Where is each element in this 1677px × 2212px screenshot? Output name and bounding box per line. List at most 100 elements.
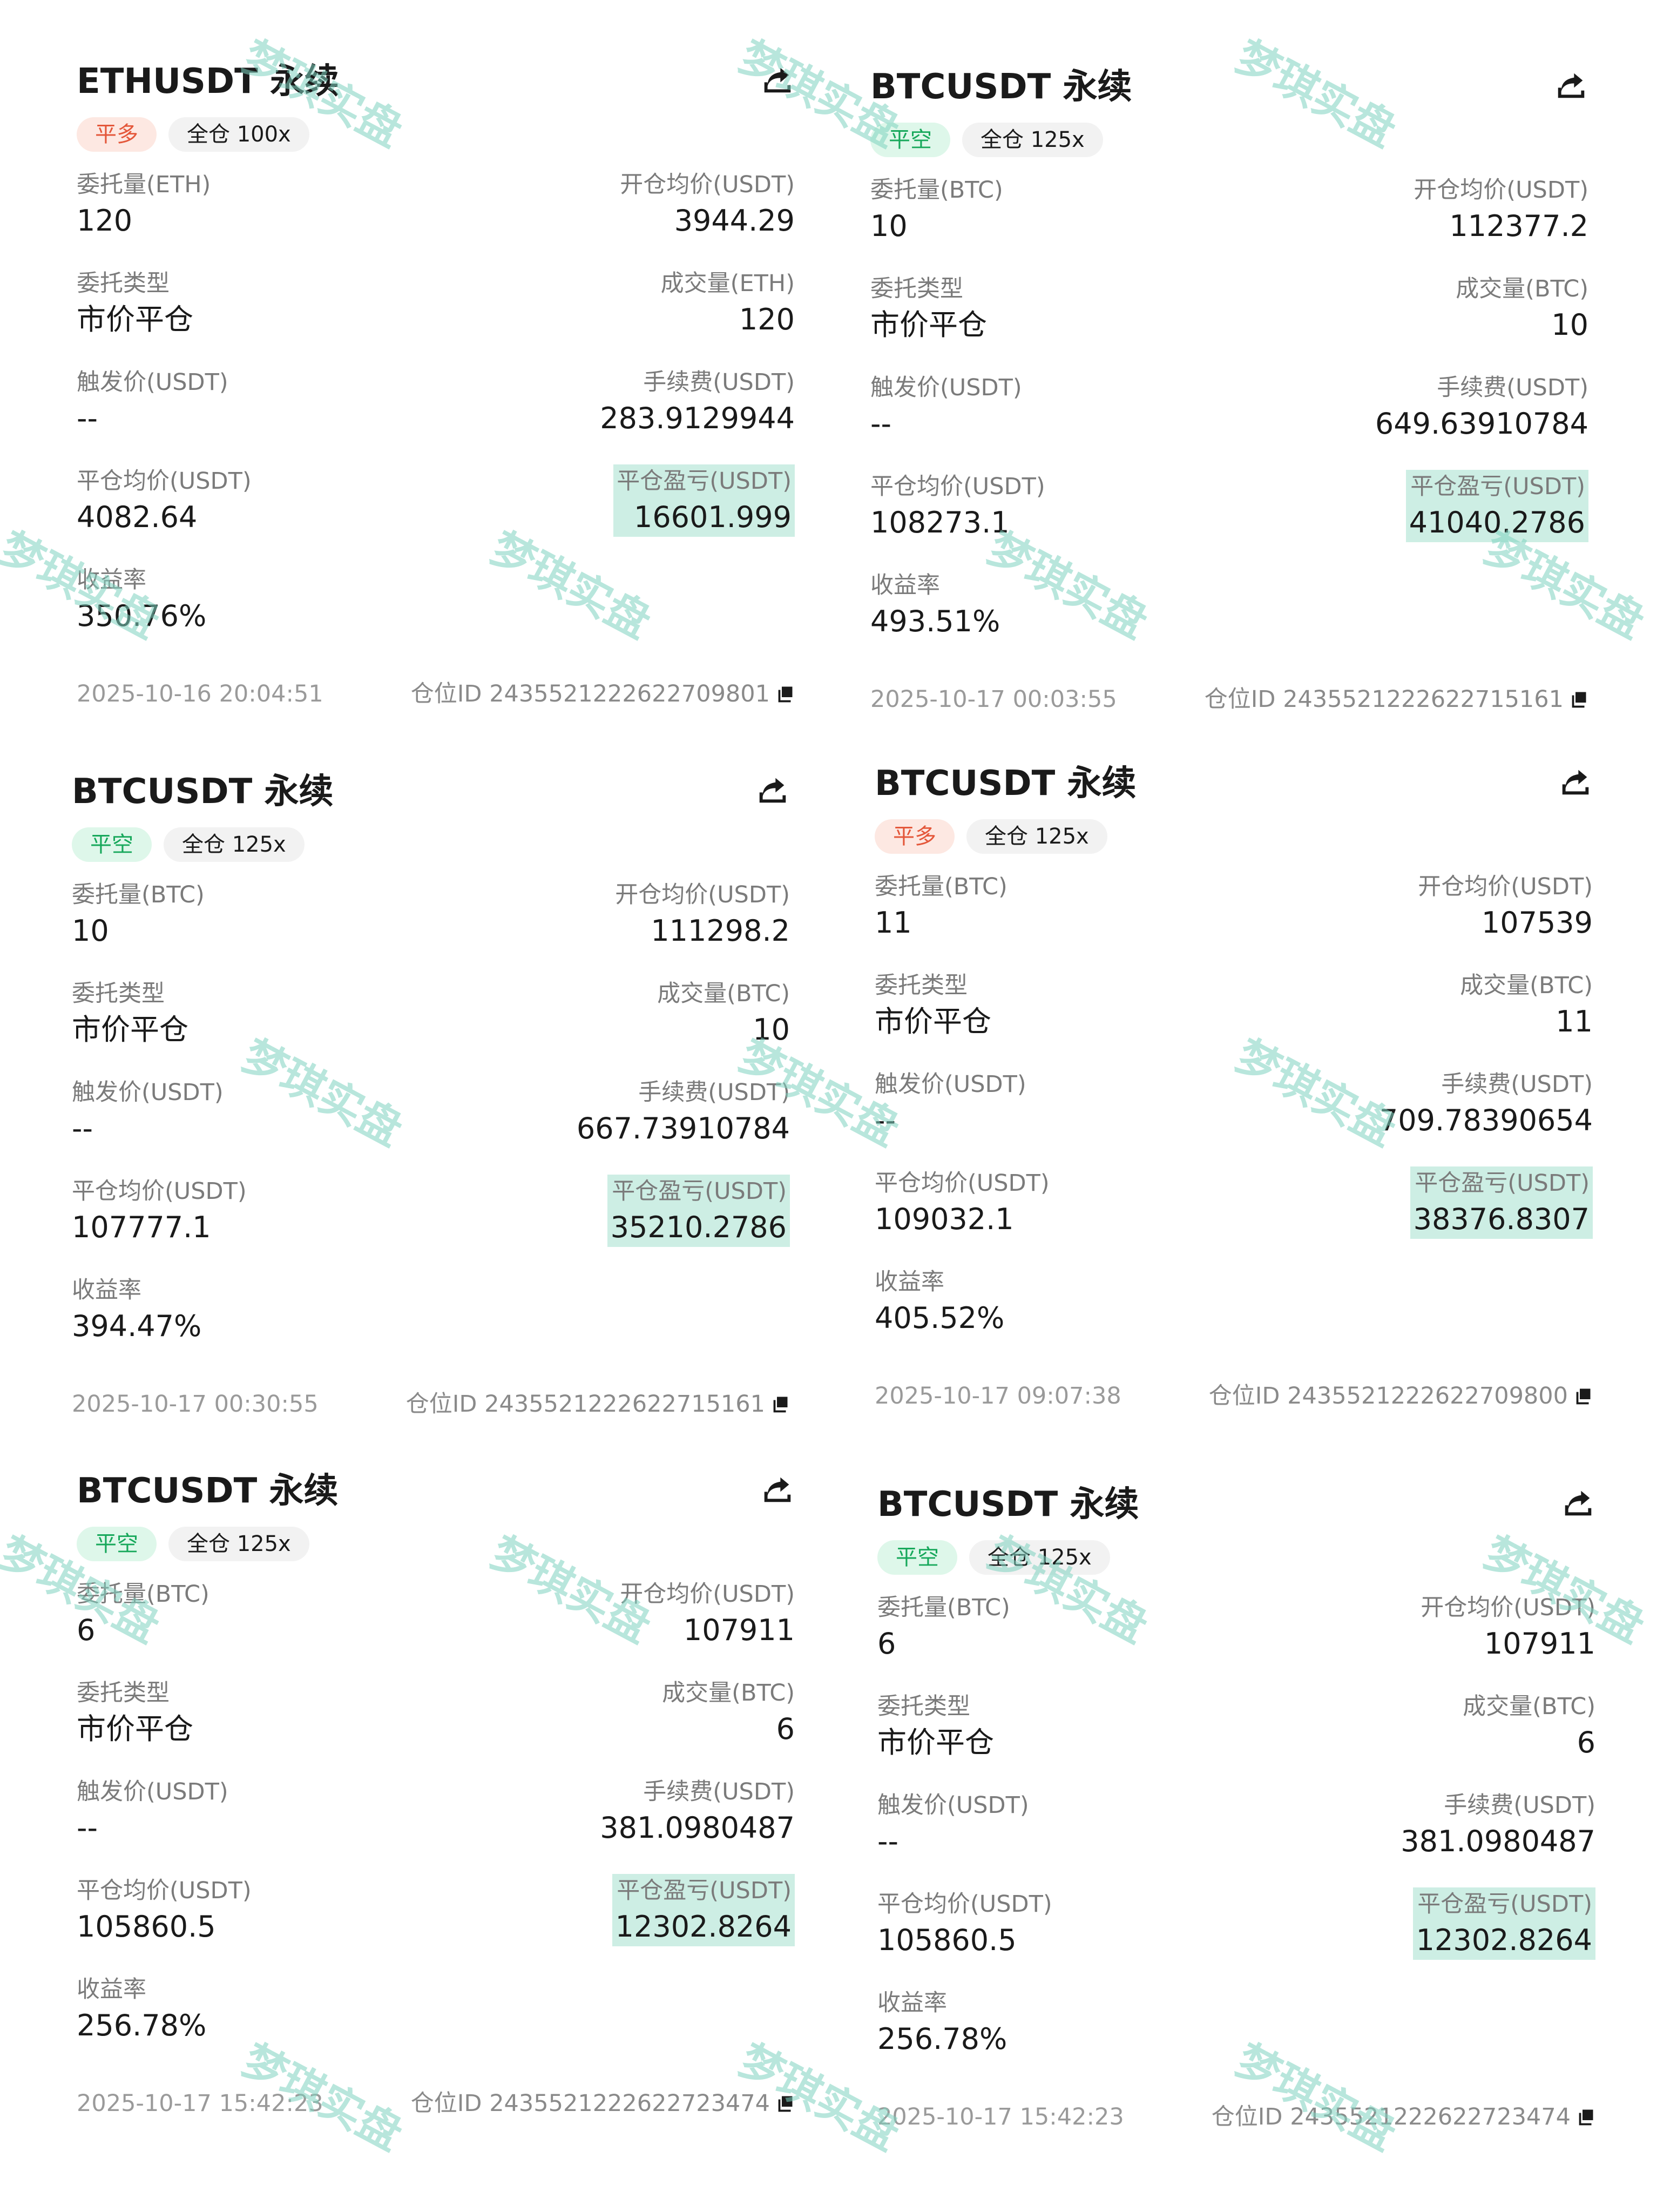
open-avg-value: 107911 (1484, 1627, 1595, 1661)
position-id-text: 仓位ID 2435521222622715161 (405, 1391, 765, 1418)
order-qty-label: 委托量(BTC) (877, 1594, 1010, 1621)
open-avg-label: 开仓均价(USDT) (615, 881, 790, 908)
order-type-label: 委托类型 (77, 1680, 170, 1707)
timestamp: 2025-10-16 20:04:51 (77, 680, 323, 707)
roi-value: 493.51% (870, 604, 1000, 638)
order-qty-value: 10 (870, 209, 908, 243)
order-qty-value: 120 (77, 204, 133, 238)
close-avg-label: 平仓均价(USDT) (77, 1877, 252, 1904)
share-icon[interactable] (755, 772, 790, 807)
order-type-label: 委托类型 (875, 972, 968, 999)
share-icon[interactable] (1561, 1485, 1595, 1520)
order-type-label: 委托类型 (870, 275, 963, 302)
fee-value: 283.9129944 (600, 401, 795, 435)
order-type-value: 市价平仓 (72, 1013, 188, 1047)
trigger-label: 触发价(USDT) (870, 374, 1022, 401)
order-type-label: 委托类型 (877, 1693, 970, 1720)
order-qty-value: 11 (875, 906, 912, 940)
share-icon[interactable] (760, 1472, 795, 1506)
close-avg-value: 105860.5 (877, 1923, 1017, 1957)
contract-title: BTCUSDT 永续 (77, 1471, 339, 1511)
open-avg-label: 开仓均价(USDT) (1418, 873, 1593, 900)
position-card: BTCUSDT 永续 平空 全仓 125x 委托量(BTC) 10 开仓均价(USD… (870, 62, 1588, 718)
trigger-label: 触发价(USDT) (877, 1792, 1029, 1819)
filled-label: 成交量(ETH) (660, 270, 795, 297)
side-tag: 平空 (72, 827, 152, 862)
detail-fields: 委托量(BTC) 10 开仓均价(USDT) 112377.2 委托类型 市价平仓 成交量… (870, 173, 1588, 667)
position-id-text: 仓位ID 2435521222622709801 (410, 680, 770, 707)
pnl-value: 38376.8307 (1413, 1202, 1590, 1236)
roi-value: 256.78% (77, 2008, 207, 2042)
card-header: BTCUSDT 永续 (875, 759, 1593, 808)
copy-icon[interactable] (1576, 2107, 1595, 2127)
copy-icon[interactable] (775, 684, 795, 704)
fee-label: 手续费(USDT) (1441, 1071, 1593, 1098)
filled-label: 成交量(BTC) (662, 1680, 795, 1707)
card-header: BTCUSDT 永续 (77, 1466, 795, 1516)
filled-value: 10 (1551, 308, 1588, 342)
timestamp: 2025-10-17 15:42:23 (877, 2103, 1124, 2130)
margin-leverage-tag: 全仓 125x (168, 1527, 309, 1561)
pnl-value: 16601.999 (633, 500, 792, 534)
fee-label: 手续费(USDT) (1437, 374, 1588, 401)
open-avg-value: 112377.2 (1449, 209, 1588, 243)
card-footer: 2025-10-16 20:04:51 仓位ID 243552122262270… (77, 675, 795, 713)
order-type-value: 市价平仓 (877, 1725, 994, 1759)
roi-value: 405.52% (875, 1301, 1005, 1335)
detail-fields: 委托量(BTC) 6 开仓均价(USDT) 107911 委托类型 市价平仓 成交量(BT… (877, 1591, 1595, 2085)
trigger-value: -- (77, 1811, 98, 1845)
open-avg-label: 开仓均价(USDT) (620, 171, 795, 198)
detail-fields: 委托量(BTC) 10 开仓均价(USDT) 111298.2 委托类型 市价平仓 成交量… (72, 878, 790, 1372)
detail-fields: 委托量(ETH) 120 开仓均价(USDT) 3944.29 委托类型 市价平仓 成交量… (77, 168, 795, 662)
filled-value: 6 (1577, 1725, 1595, 1759)
position-card: BTCUSDT 永续 平多 全仓 125x 委托量(BTC) 11 开仓均价(USD… (875, 759, 1593, 1415)
trigger-value: -- (72, 1111, 93, 1145)
roi-label: 收益率 (875, 1269, 944, 1296)
trigger-label: 触发价(USDT) (77, 1778, 228, 1805)
order-type-label: 委托类型 (72, 980, 165, 1007)
position-id-text: 仓位ID 2435521222622723474 (410, 2090, 770, 2117)
position-card: ETHUSDT 永续 平多 全仓 100x 委托量(ETH) 120 开仓均价(US… (77, 57, 795, 713)
pnl-label: 平仓盈亏(USDT) (617, 1877, 792, 1904)
share-icon[interactable] (1558, 764, 1593, 799)
open-avg-value: 3944.29 (674, 204, 795, 238)
close-avg-value: 105860.5 (77, 1910, 216, 1944)
copy-icon[interactable] (1569, 690, 1588, 709)
position-id: 仓位ID 2435521222622715161 (1205, 680, 1588, 718)
pnl-label: 平仓盈亏(USDT) (1415, 1170, 1590, 1197)
card-header: ETHUSDT 永续 (77, 57, 795, 106)
filled-label: 成交量(BTC) (657, 980, 790, 1007)
pnl-highlight: 平仓盈亏(USDT) 12302.8264 (612, 1874, 795, 1946)
order-type-value: 市价平仓 (77, 1712, 193, 1746)
copy-icon[interactable] (770, 1394, 790, 1414)
tag-row: 平空 全仓 125x (870, 123, 1588, 157)
close-avg-value: 109032.1 (875, 1202, 1014, 1236)
contract-title: BTCUSDT 永续 (875, 764, 1137, 804)
position-card: BTCUSDT 永续 平空 全仓 125x 委托量(BTC) 6 开仓均价(USDT… (77, 1466, 795, 2122)
share-icon[interactable] (1554, 68, 1588, 102)
order-type-label: 委托类型 (77, 270, 170, 297)
order-type-value: 市价平仓 (77, 302, 193, 336)
position-id-text: 仓位ID 2435521222622715161 (1204, 686, 1564, 713)
close-avg-label: 平仓均价(USDT) (870, 473, 1045, 500)
position-id: 仓位ID 2435521222622715161 (406, 1385, 790, 1423)
pnl-highlight: 平仓盈亏(USDT) 38376.8307 (1410, 1166, 1593, 1239)
filled-value: 6 (776, 1712, 795, 1746)
margin-leverage-tag: 全仓 125x (164, 827, 305, 862)
margin-leverage-tag: 全仓 125x (966, 819, 1107, 854)
roi-label: 收益率 (77, 1976, 146, 2003)
margin-leverage-tag: 全仓 100x (168, 117, 309, 152)
fee-label: 手续费(USDT) (643, 1778, 795, 1805)
filled-label: 成交量(BTC) (1456, 275, 1588, 302)
fee-label: 手续费(USDT) (643, 369, 795, 396)
trigger-value: -- (870, 407, 891, 441)
detail-fields: 委托量(BTC) 11 开仓均价(USDT) 107539 委托类型 市价平仓 成交量(B… (875, 870, 1593, 1364)
close-avg-label: 平仓均价(USDT) (77, 468, 252, 495)
detail-fields: 委托量(BTC) 6 开仓均价(USDT) 107911 委托类型 市价平仓 成交量(BT… (77, 1577, 795, 2072)
copy-icon[interactable] (1573, 1386, 1593, 1406)
tag-row: 平多 全仓 100x (77, 117, 795, 152)
fee-value: 649.63910784 (1375, 407, 1588, 441)
contract-title: BTCUSDT 永续 (72, 772, 334, 812)
order-qty-label: 委托量(BTC) (870, 177, 1003, 204)
roi-value: 256.78% (877, 2022, 1007, 2056)
